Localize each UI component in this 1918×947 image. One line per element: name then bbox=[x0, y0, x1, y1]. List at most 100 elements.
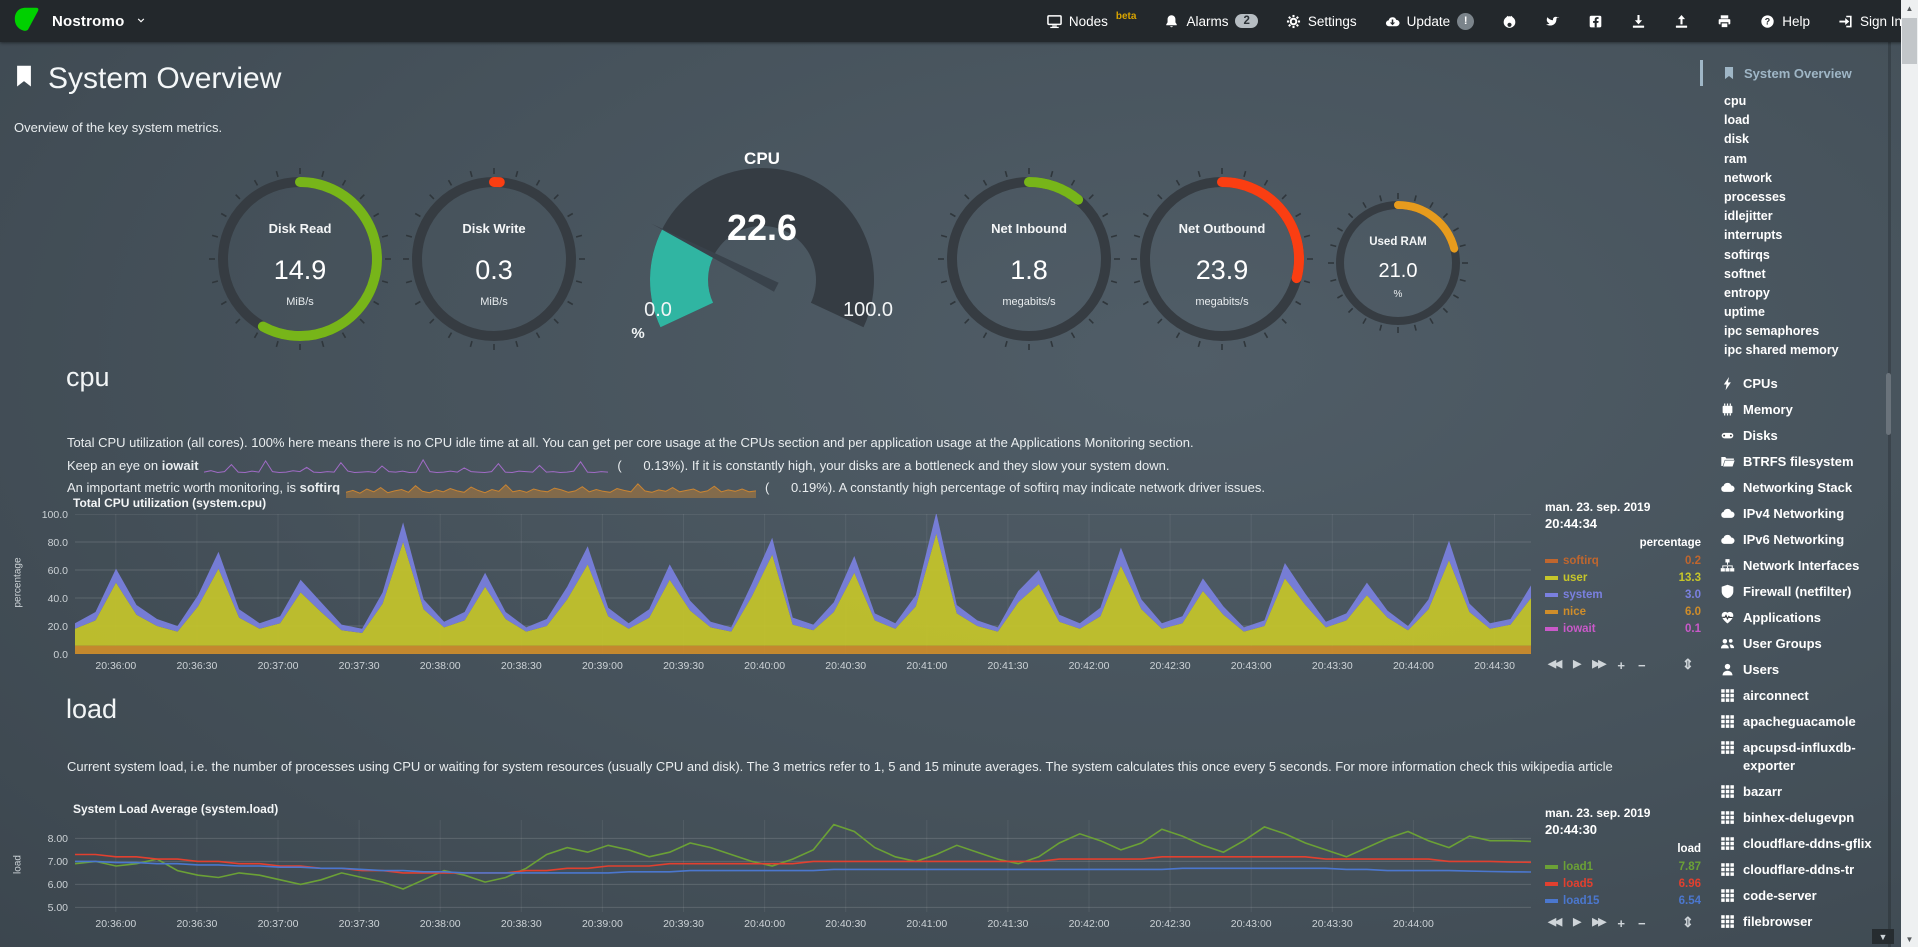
cpu-xtick: 20:44:30 bbox=[1474, 660, 1515, 672]
sidebar-item-apcupsd-influxdb-exporter[interactable]: apcupsd-influxdb-exporter bbox=[1720, 735, 1892, 779]
netdata-logo-icon[interactable] bbox=[12, 5, 40, 38]
legend-swatch bbox=[1545, 882, 1558, 886]
nav-nodes-label: Nodes bbox=[1069, 14, 1108, 29]
sidebar-scroll-down-icon[interactable]: ▼ bbox=[1872, 929, 1894, 944]
load-chart-plot[interactable] bbox=[75, 820, 1531, 912]
sidebar-item-cloudflare-ddns-tr[interactable]: cloudflare-ddns-tr bbox=[1720, 857, 1892, 883]
legend-item-iowait[interactable]: iowait0.1 bbox=[1545, 621, 1701, 638]
nav-settings[interactable]: Settings bbox=[1286, 14, 1357, 29]
sidebar-item-entropy[interactable]: entropy bbox=[1724, 284, 1900, 303]
nav-twitter-button[interactable] bbox=[1545, 14, 1560, 29]
load-play-button[interactable]: ▶ bbox=[1573, 916, 1579, 931]
disk-write-gauge[interactable]: Disk Write0.3MiB/s bbox=[399, 164, 589, 354]
nav-print-button[interactable] bbox=[1717, 14, 1732, 29]
load-zoom-in-button[interactable]: + bbox=[1617, 916, 1625, 931]
load-zoom-out-button[interactable]: − bbox=[1638, 916, 1646, 931]
sidebar-item-ram[interactable]: ram bbox=[1724, 150, 1900, 169]
sidebar-item-disk[interactable]: disk bbox=[1724, 130, 1900, 149]
nav-signin[interactable]: Sign In bbox=[1838, 14, 1902, 29]
net-outbound-gauge[interactable]: Net Outbound23.9megabits/s bbox=[1127, 164, 1317, 354]
nav-upload-button[interactable] bbox=[1674, 14, 1689, 29]
hostname[interactable]: Nostromo bbox=[52, 13, 124, 30]
svg-text:MiB/s: MiB/s bbox=[480, 296, 508, 308]
sidebar-item-load[interactable]: load bbox=[1724, 111, 1900, 130]
cpu-play-button[interactable]: ▶ bbox=[1573, 658, 1579, 673]
svg-text:Disk Read: Disk Read bbox=[269, 221, 332, 236]
sidebar-item-user-groups[interactable]: User Groups bbox=[1720, 631, 1892, 657]
scroll-down-arrow-icon[interactable]: ▼ bbox=[1901, 931, 1918, 947]
sidebar-item-ipv4-networking[interactable]: IPv4 Networking bbox=[1720, 501, 1892, 527]
legend-item-load5[interactable]: load56.96 bbox=[1545, 875, 1701, 892]
sidebar-item-softirqs[interactable]: softirqs bbox=[1724, 246, 1900, 265]
sidebar-item-firewall-netfilter-[interactable]: Firewall (netfilter) bbox=[1720, 579, 1892, 605]
sidebar-item-apacheguacamole[interactable]: apacheguacamole bbox=[1720, 709, 1892, 735]
sidebar-item-ipv6-networking[interactable]: IPv6 Networking bbox=[1720, 527, 1892, 553]
sidebar-item-users[interactable]: Users bbox=[1720, 657, 1892, 683]
grid-icon bbox=[1720, 862, 1735, 877]
load-forward-button[interactable]: ▶▶ bbox=[1592, 916, 1604, 931]
cpu-forward-button[interactable]: ▶▶ bbox=[1592, 658, 1604, 673]
cpu-backward-button[interactable]: ◀◀ bbox=[1548, 658, 1560, 673]
sidebar-item-disks[interactable]: Disks bbox=[1720, 423, 1892, 449]
sidebar-item-cloudflare-ddns-gflix[interactable]: cloudflare-ddns-gflix bbox=[1720, 831, 1892, 857]
sidebar-item-code-server[interactable]: code-server bbox=[1720, 883, 1892, 909]
scroll-up-arrow-icon[interactable]: ▲ bbox=[1901, 0, 1918, 16]
cpu-zoom-in-button[interactable]: + bbox=[1617, 658, 1625, 673]
chevron-down-icon[interactable] bbox=[136, 12, 146, 30]
legend-value: 13.3 bbox=[1679, 572, 1701, 584]
nav-github-button[interactable] bbox=[1502, 14, 1517, 29]
nav-update[interactable]: Update! bbox=[1385, 13, 1475, 30]
sidebar-item-uptime[interactable]: uptime bbox=[1724, 303, 1900, 322]
sidebar-item-ipc-shared-memory[interactable]: ipc shared memory bbox=[1724, 341, 1900, 360]
sidebar-item-cpu[interactable]: cpu bbox=[1724, 92, 1900, 111]
page-scrollbar[interactable]: ▲ ▼ bbox=[1901, 0, 1918, 947]
svg-text:megabits/s: megabits/s bbox=[1195, 296, 1249, 308]
navbar: Nostromo Nodesbeta Alarms2 Settings Update!… bbox=[0, 0, 1918, 42]
legend-item-load1[interactable]: load17.87 bbox=[1545, 858, 1701, 875]
sidebar-item-binhex-delugevpn[interactable]: binhex-delugevpn bbox=[1720, 805, 1892, 831]
sidebar-scrollbar-thumb[interactable] bbox=[1886, 373, 1891, 435]
cpu-zoom-out-button[interactable]: − bbox=[1638, 658, 1646, 673]
nav-download-button[interactable] bbox=[1631, 14, 1646, 29]
navbar-menu: Nodesbeta Alarms2 Settings Update! ?Help Sign… bbox=[1047, 13, 1918, 30]
sidebar-item-network[interactable]: network bbox=[1724, 169, 1900, 188]
legend-item-softirq[interactable]: softirq0.2 bbox=[1545, 552, 1701, 569]
nav-facebook-button[interactable] bbox=[1588, 14, 1603, 29]
legend-item-user[interactable]: user13.3 bbox=[1545, 569, 1701, 586]
sidebar-item-system-overview[interactable]: System Overview bbox=[1700, 58, 1900, 88]
sidebar-item-memory[interactable]: Memory bbox=[1720, 397, 1892, 423]
sidebar-item-airconnect[interactable]: airconnect bbox=[1720, 683, 1892, 709]
legend-item-load15[interactable]: load156.54 bbox=[1545, 892, 1701, 909]
sidebar-scrollbar-track[interactable] bbox=[1888, 42, 1891, 947]
sidebar-item-cpus[interactable]: CPUs bbox=[1720, 371, 1892, 397]
page-scrollbar-thumb[interactable] bbox=[1902, 18, 1917, 64]
used-ram-gauge[interactable]: Used RAM21.0% bbox=[1323, 188, 1473, 338]
cpu-xtick: 20:37:30 bbox=[339, 660, 380, 672]
nav-help[interactable]: ?Help bbox=[1760, 14, 1810, 29]
sidebar-item-bazarr[interactable]: bazarr bbox=[1720, 779, 1892, 805]
load-backward-button[interactable]: ◀◀ bbox=[1548, 916, 1560, 931]
cpu-resize-handle[interactable]: ⇕ bbox=[1682, 656, 1694, 673]
disk-read-gauge[interactable]: Disk Read14.9MiB/s bbox=[205, 164, 395, 354]
cpu-chart-plot[interactable] bbox=[75, 514, 1531, 654]
sidebar-item-idlejitter[interactable]: idlejitter bbox=[1724, 207, 1900, 226]
sidebar-item-softnet[interactable]: softnet bbox=[1724, 265, 1900, 284]
legend-item-system[interactable]: system3.0 bbox=[1545, 586, 1701, 603]
sidebar-item-ipc-semaphores[interactable]: ipc semaphores bbox=[1724, 322, 1900, 341]
nav-alarms[interactable]: Alarms2 bbox=[1164, 14, 1257, 29]
sidebar-item-network-interfaces[interactable]: Network Interfaces bbox=[1720, 553, 1892, 579]
brand[interactable]: Nostromo bbox=[0, 5, 146, 38]
nav-nodes[interactable]: Nodesbeta bbox=[1047, 14, 1137, 29]
bell-icon bbox=[1164, 14, 1179, 29]
load-resize-handle[interactable]: ⇕ bbox=[1682, 914, 1694, 931]
sidebar-item-processes[interactable]: processes bbox=[1724, 188, 1900, 207]
signin-icon bbox=[1838, 14, 1853, 29]
sidebar-item-interrupts[interactable]: interrupts bbox=[1724, 226, 1900, 245]
sidebar-item-networking-stack[interactable]: Networking Stack bbox=[1720, 475, 1892, 501]
sidebar-item-btrfs-filesystem[interactable]: BTRFS filesystem bbox=[1720, 449, 1892, 475]
sidebar-item-filebrowser[interactable]: filebrowser bbox=[1720, 909, 1892, 935]
legend-item-nice[interactable]: nice6.0 bbox=[1545, 604, 1701, 621]
sidebar-item-applications[interactable]: Applications bbox=[1720, 605, 1892, 631]
cpu-gauge[interactable]: CPU22.60.0100.0% bbox=[612, 148, 912, 348]
net-inbound-gauge[interactable]: Net Inbound1.8megabits/s bbox=[934, 164, 1124, 354]
